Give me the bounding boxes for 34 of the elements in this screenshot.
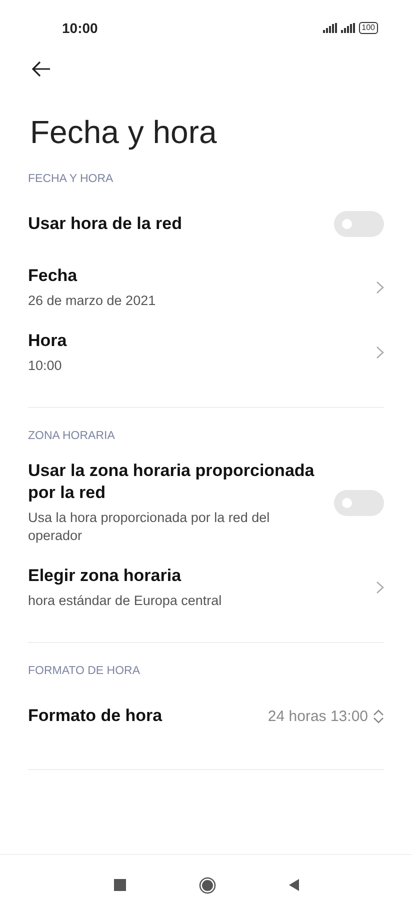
chevron-right-icon	[376, 581, 384, 594]
toggle-switch[interactable]	[334, 490, 384, 516]
settings-row[interactable]: Elegir zona horaria hora estándar de Europa central	[28, 555, 384, 620]
section-header: ZONA HORARIA	[28, 430, 116, 442]
row-subtitle: hora estándar de Europa central	[28, 592, 222, 610]
settings-row[interactable]: Fecha 26 de marzo de 2021	[28, 255, 384, 320]
recents-icon[interactable]	[114, 879, 126, 891]
row-title: Usar la zona horaria proporcionada por la red	[28, 460, 316, 504]
battery-level: 100	[358, 22, 378, 34]
section-header: FORMATO DE HORA	[28, 665, 142, 677]
row-title: Elegir zona horaria	[28, 565, 182, 587]
row-title: Formato de hora	[28, 705, 162, 727]
row-subtitle: 10:00	[28, 357, 63, 375]
settings-row[interactable]: Formato de hora 24 horas 13:00	[28, 685, 384, 747]
row-title: Hora	[28, 330, 67, 352]
format-value[interactable]: 24 horas 13:00	[268, 708, 384, 724]
row-title: Usar hora de la red	[28, 213, 182, 235]
signal-icon	[340, 23, 355, 33]
signal-icon	[322, 23, 337, 33]
settings-row[interactable]: Usar hora de la red	[28, 193, 384, 255]
status-time: 10:00	[62, 20, 98, 36]
back-nav-icon[interactable]	[288, 879, 298, 891]
settings-row[interactable]: Hora 10:00	[28, 320, 384, 385]
chevron-right-icon	[376, 281, 384, 294]
settings-row[interactable]: Usar la zona horaria proporcionada por la red Usa la hora proporcionada por la red del operador	[28, 450, 384, 555]
toggle-switch[interactable]	[334, 211, 384, 237]
row-subtitle: Usa la hora proporcionada por la red del operador	[28, 509, 271, 545]
row-subtitle: 26 de marzo de 2021	[28, 292, 156, 310]
up-down-chevron-icon	[373, 708, 384, 724]
chevron-right-icon	[376, 346, 384, 359]
home-icon[interactable]	[198, 876, 216, 894]
page-title: Fecha y hora	[30, 114, 218, 151]
row-title: Fecha	[28, 265, 78, 287]
section-header: FECHA Y HORA	[28, 173, 114, 185]
